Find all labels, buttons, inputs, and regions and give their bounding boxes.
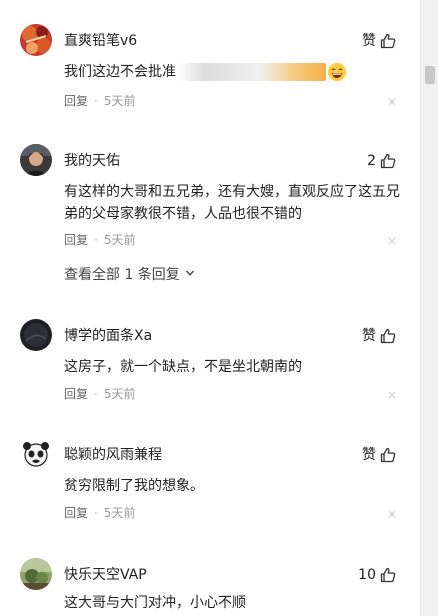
like-count: 赞 — [362, 447, 376, 463]
separator-dot: · — [94, 506, 98, 520]
comment-item: 直爽铅笔v6 赞 我们这边不会批准 回复 · 5天前 — [0, 24, 420, 119]
username[interactable]: 博学的面条Xa — [64, 327, 152, 345]
like-button[interactable]: 2 — [367, 151, 396, 171]
chevron-down-icon — [184, 266, 196, 284]
comment-item: 聪颖的风雨兼程 赞 贫穷限制了我的想象。 回复 · 5天前 — [0, 438, 420, 533]
close-icon[interactable] — [386, 508, 398, 520]
view-replies-label: 查看全部 1 条回复 — [64, 267, 180, 283]
separator-dot: · — [94, 94, 98, 108]
comment-text: 这大哥与大门对冲，小心不顺 — [64, 595, 246, 611]
like-count: 10 — [358, 567, 376, 583]
username[interactable]: 我的天佑 — [64, 152, 120, 170]
close-icon[interactable] — [386, 389, 398, 401]
like-count: 2 — [367, 153, 376, 169]
reply-button[interactable]: 回复 — [64, 233, 88, 247]
close-icon[interactable] — [386, 96, 398, 108]
comment-text: 贫穷限制了我的想象。 — [64, 478, 204, 494]
timestamp: 5天前 — [103, 233, 136, 247]
reply-button[interactable]: 回复 — [64, 94, 88, 108]
grinning-emoji-icon — [327, 62, 347, 82]
avatar[interactable] — [20, 144, 52, 176]
comment-meta: 回复 · 5天前 — [64, 505, 135, 521]
comment-list: 直爽铅笔v6 赞 我们这边不会批准 回复 · 5天前 我的天佑 2 有这样的大哥… — [0, 0, 420, 616]
timestamp: 5天前 — [103, 506, 136, 520]
like-count: 赞 — [362, 33, 376, 49]
comment-text: 这房子，就一个缺点，不是坐北朝南的 — [64, 359, 302, 375]
like-button[interactable]: 10 — [358, 565, 396, 585]
reply-button[interactable]: 回复 — [64, 387, 88, 401]
view-replies-button[interactable]: 查看全部 1 条回复 — [64, 266, 196, 284]
avatar[interactable] — [20, 438, 52, 470]
username[interactable]: 快乐天空VAP — [64, 566, 147, 584]
comment-item: 快乐天空VAP 10 这大哥与大门对冲，小心不顺 — [0, 558, 420, 616]
comment-text: 我们这边不会批准 — [64, 64, 176, 80]
comment-meta: 回复 · 5天前 — [64, 93, 135, 109]
comment-item: 我的天佑 2 有这样的大哥和五兄弟，还有大嫂，直观反应了这五兄弟的父母家教很不错… — [0, 144, 420, 256]
thumbs-up-icon — [380, 328, 396, 344]
separator-dot: · — [94, 233, 98, 247]
avatar[interactable] — [20, 24, 52, 56]
avatar[interactable] — [20, 558, 52, 590]
thumbs-up-icon — [380, 447, 396, 463]
close-icon[interactable] — [386, 235, 398, 247]
comment-text: 有这样的大哥和五兄弟，还有大嫂，直观反应了这五兄弟的父母家教很不错，人品也很不错… — [64, 184, 400, 222]
timestamp: 5天前 — [103, 387, 136, 401]
scrollbar-thumb[interactable] — [425, 66, 435, 84]
comment-item: 博学的面条Xa 赞 这房子，就一个缺点，不是坐北朝南的 回复 · 5天前 — [0, 319, 420, 414]
comment-meta: 回复 · 5天前 — [64, 232, 135, 248]
reply-button[interactable]: 回复 — [64, 506, 88, 520]
like-button[interactable]: 赞 — [362, 445, 396, 465]
username[interactable]: 聪颖的风雨兼程 — [64, 446, 162, 464]
comment-text-row: 我们这边不会批准 — [64, 61, 400, 83]
comment-meta: 回复 · 5天前 — [64, 386, 135, 402]
like-button[interactable]: 赞 — [362, 326, 396, 346]
timestamp: 5天前 — [103, 94, 136, 108]
like-button[interactable]: 赞 — [362, 31, 396, 51]
avatar[interactable] — [20, 319, 52, 351]
scrollbar[interactable] — [420, 0, 438, 616]
like-count: 赞 — [362, 328, 376, 344]
separator-dot: · — [94, 387, 98, 401]
thumbs-up-icon — [380, 153, 396, 169]
username[interactable]: 直爽铅笔v6 — [64, 32, 137, 50]
thumbs-up-icon — [380, 33, 396, 49]
redacted-text — [178, 63, 326, 81]
thumbs-up-icon — [380, 567, 396, 583]
